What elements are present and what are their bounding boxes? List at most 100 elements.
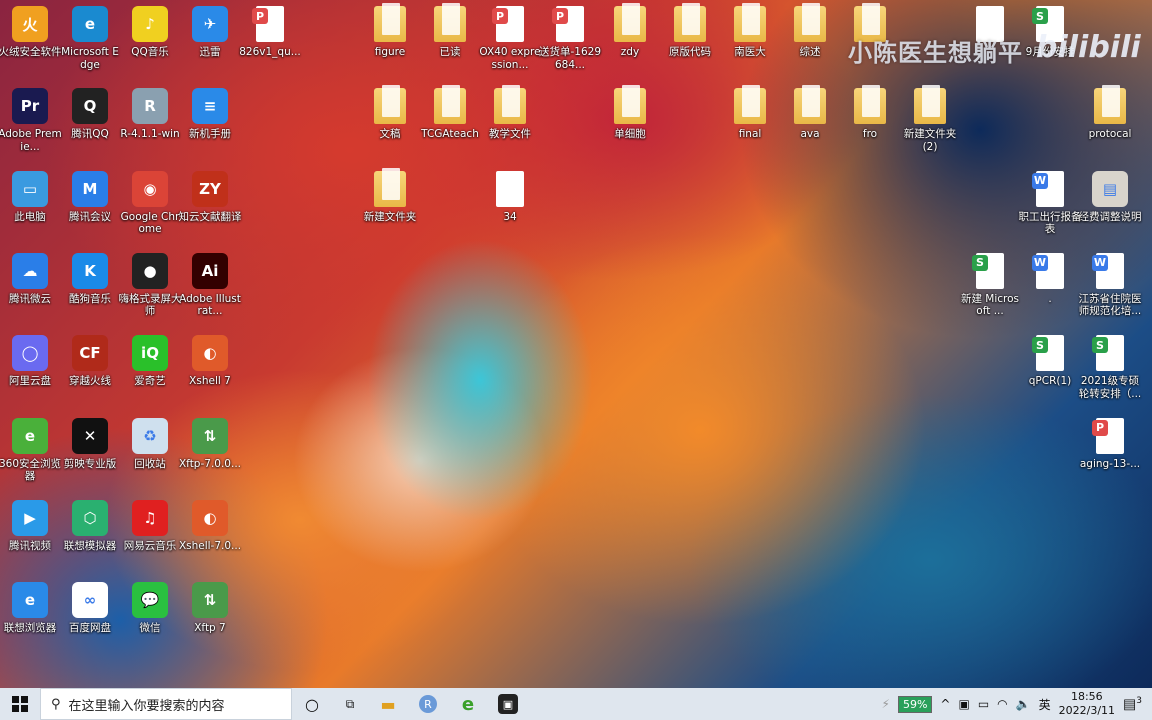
lenovo-browser-icon: e bbox=[12, 582, 48, 619]
desktop-icon[interactable]: 💬 微信 bbox=[120, 578, 180, 635]
360-browser-button[interactable]: e bbox=[448, 688, 488, 720]
desktop-icon[interactable]: ▭ 此电脑 bbox=[0, 167, 60, 224]
desktop-icon[interactable]: e 联想浏览器 bbox=[0, 578, 60, 635]
folder-icon bbox=[1094, 85, 1126, 125]
pdf-file-icon: P bbox=[492, 6, 524, 42]
battery-indicator[interactable]: 59% bbox=[897, 695, 933, 713]
desktop-icon[interactable]: e 360安全浏览器 bbox=[0, 414, 62, 483]
desktop-icon-label: 联想模拟器 bbox=[63, 539, 117, 552]
desktop-icon[interactable]: e Microsoft Edge bbox=[60, 2, 120, 71]
desktop-icon[interactable]: CF 穿越火线 bbox=[60, 331, 120, 388]
desktop-icon[interactable]: 火火绒安全软件 bbox=[0, 2, 62, 59]
desktop-icon[interactable]: ● 嗨格式录屏大师 bbox=[119, 249, 182, 318]
word-file-icon: W bbox=[1032, 170, 1064, 207]
clock[interactable]: 18:56 2022/3/11 bbox=[1059, 690, 1115, 718]
rstudio-button[interactable]: R bbox=[408, 688, 448, 720]
desktop-icon[interactable]: ♻ 回收站 bbox=[120, 414, 180, 471]
desktop-icon[interactable]: ◉ Google Chrome bbox=[120, 167, 180, 236]
baidu-netdisk-icon: ∞ bbox=[72, 582, 108, 619]
tencent-meeting-icon: M bbox=[72, 170, 108, 207]
file-explorer-button[interactable]: ▬ bbox=[368, 688, 408, 720]
desktop-icon[interactable]: P 826v1_qu... bbox=[239, 2, 301, 59]
screen-record-icon[interactable]: ▣ bbox=[958, 697, 969, 711]
desktop-icon[interactable]: Paging-13-... bbox=[1080, 414, 1140, 471]
desktop-icon[interactable]: 已读 bbox=[420, 2, 480, 59]
computer-icon: ▭ bbox=[12, 170, 48, 207]
task-view-button[interactable]: ⧉ bbox=[332, 688, 368, 720]
desktop-icon[interactable]: TCGAteach bbox=[420, 84, 480, 141]
desktop-icon[interactable]: W 职工出行报备表 bbox=[1019, 167, 1082, 236]
installer-icon: R bbox=[132, 88, 168, 125]
desktop-icon[interactable]: ▶ 腾讯视频 bbox=[0, 496, 60, 553]
desktop-icon[interactable]: 新建文件夹 (2) bbox=[900, 84, 960, 153]
start-button[interactable] bbox=[0, 688, 40, 720]
desktop-icon[interactable]: ◯ 阿里云盘 bbox=[0, 331, 60, 388]
desktop-icon[interactable]: zdy bbox=[600, 2, 660, 59]
desktop-icon[interactable]: 34 bbox=[480, 167, 540, 224]
desktop-icon[interactable]: W 江苏省住院医师规范化培... bbox=[1079, 249, 1142, 318]
ime-indicator[interactable]: 英 bbox=[1039, 696, 1051, 713]
volume-icon[interactable]: 🔈 bbox=[1016, 697, 1031, 711]
desktop-icon-label: Xshell-7.0... bbox=[178, 539, 242, 552]
desktop-icon[interactable]: 原版代码 bbox=[660, 2, 720, 59]
desktop-icon[interactable]: ⬡ 联想模拟器 bbox=[60, 496, 120, 553]
desktop-icon[interactable]: 文稿 bbox=[360, 84, 420, 141]
word-file-icon: W bbox=[1032, 252, 1064, 289]
spreadsheet-file-icon: S bbox=[972, 252, 1004, 289]
notification-center-button[interactable]: ▤3 bbox=[1123, 696, 1142, 713]
chevron-up-icon[interactable]: ^ bbox=[940, 697, 950, 711]
meeting-app-button[interactable]: ▣ bbox=[488, 688, 528, 720]
folder-icon bbox=[914, 85, 946, 125]
desktop-icon-label: TCGAteach bbox=[421, 128, 479, 141]
folder-icon bbox=[374, 3, 406, 42]
desktop-icon[interactable]: K 酷狗音乐 bbox=[60, 249, 120, 306]
desktop-icon[interactable]: figure bbox=[360, 2, 420, 59]
desktop-icon[interactable]: ◐ Xshell 7 bbox=[180, 331, 240, 388]
desktop-icon[interactable]: 南医大 bbox=[720, 2, 780, 59]
desktop-icon[interactable]: SqPCR(1) bbox=[1020, 331, 1080, 388]
desktop-icon[interactable]: Q 腾讯QQ bbox=[60, 84, 120, 141]
desktop-icon[interactable]: ⇅ Xftp 7 bbox=[180, 578, 240, 635]
desktop-icon-label: 360安全浏览器 bbox=[0, 457, 62, 483]
desktop-icon[interactable]: ava bbox=[780, 84, 840, 141]
desktop-icon[interactable]: 教学文件 bbox=[480, 84, 540, 141]
desktop-icon[interactable]: S 新建 Microsoft ... bbox=[960, 249, 1020, 318]
battery-icon[interactable]: ▭ bbox=[978, 697, 989, 711]
desktop-icon[interactable]: P 送货单-1629684... bbox=[539, 2, 601, 71]
desktop-icon[interactable]: ZY 知云文献翻译 bbox=[179, 167, 242, 224]
desktop-icon[interactable]: iQ 爱奇艺 bbox=[120, 331, 180, 388]
desktop-icon[interactable]: Pr Adobe Premie... bbox=[0, 84, 62, 153]
wifi-icon[interactable]: ◠ bbox=[997, 697, 1007, 711]
desktop-icon[interactable]: ≡ 新机手册 bbox=[180, 84, 240, 141]
desktop-icon[interactable]: 新建文件夹 bbox=[360, 167, 420, 224]
desktop-icon[interactable]: 单细胞 bbox=[600, 84, 660, 141]
desktop-icon[interactable]: ∞ 百度网盘 bbox=[60, 578, 120, 635]
desktop-icon[interactable]: ▤ 经费调整说明 bbox=[1078, 167, 1142, 224]
desktop-icon[interactable]: ♫ 网易云音乐 bbox=[120, 496, 180, 553]
desktop-icon[interactable]: W. bbox=[1020, 249, 1080, 306]
desktop-icon[interactable]: ⇅ Xftp-7.0.0... bbox=[179, 414, 241, 471]
desktop-icon[interactable]: S 2021级专硕轮转安排（... bbox=[1079, 331, 1141, 400]
desktop-icon[interactable]: ✈ 迅雷 bbox=[180, 2, 240, 59]
desktop-icon[interactable]: ☁ 腾讯微云 bbox=[0, 249, 60, 306]
cortana-button[interactable]: ○ bbox=[292, 688, 332, 720]
desktop-icon[interactable]: ♪ QQ音乐 bbox=[120, 2, 180, 59]
search-box[interactable]: ⚲ 在这里输入你要搜索的内容 bbox=[40, 688, 292, 720]
desktop-icon[interactable]: P OX40 expression... bbox=[479, 2, 541, 71]
desktop-icon[interactable]: ◐ Xshell-7.0... bbox=[178, 496, 242, 553]
desktop-icon[interactable]: final bbox=[720, 84, 780, 141]
desktop-icon-label: 单细胞 bbox=[614, 128, 646, 141]
desktop-icon-label: 经费调整说明 bbox=[1078, 210, 1142, 223]
taskbar: ⚲ 在这里输入你要搜索的内容 ○ ⧉ ▬ R e ▣ ⚡ 59% ^ ▣ ▭ ◠… bbox=[0, 688, 1152, 720]
xftp-icon: ⇅ bbox=[192, 582, 228, 619]
desktop-icon[interactable]: M 腾讯会议 bbox=[60, 167, 120, 224]
desktop-icon-label: 综述 bbox=[799, 46, 821, 58]
desktop-icon[interactable]: Ai Adobe Illustrat... bbox=[179, 249, 241, 318]
desktop-icon[interactable]: protocal bbox=[1080, 84, 1140, 141]
desktop-icon[interactable]: ✕ 剪映专业版 bbox=[60, 414, 120, 471]
desktop-icon[interactable]: R R-4.1.1-win bbox=[120, 84, 180, 141]
desktop-icon-label: 原版代码 bbox=[669, 46, 711, 58]
desktop-icon[interactable]: fro bbox=[840, 84, 900, 141]
circle-icon: ○ bbox=[305, 694, 319, 714]
desktop-icon[interactable]: 综述 bbox=[780, 2, 840, 59]
